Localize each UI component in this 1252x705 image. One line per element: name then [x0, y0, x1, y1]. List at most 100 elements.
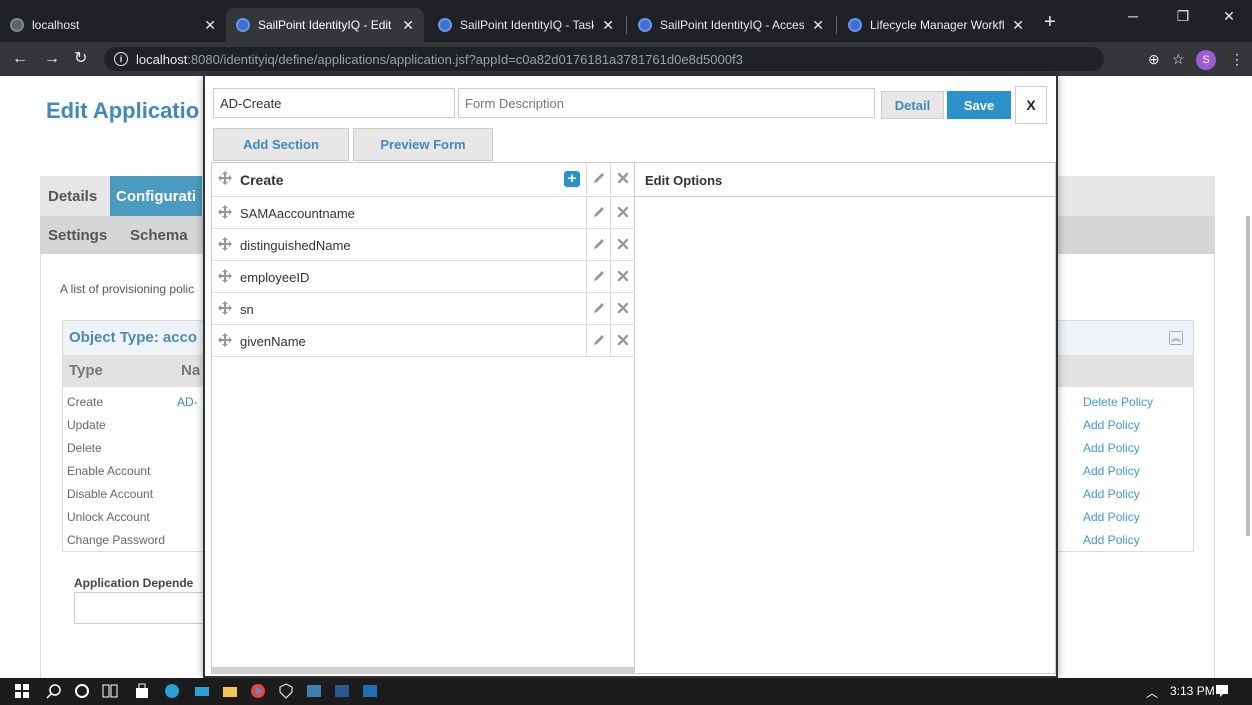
drag-handle-icon[interactable]	[218, 205, 232, 219]
form-name-input[interactable]	[213, 88, 455, 118]
store-icon[interactable]	[134, 683, 150, 699]
vpn-icon[interactable]	[278, 683, 294, 699]
delete-x-icon[interactable]	[616, 237, 630, 251]
policy-action-link[interactable]: Add Policy	[1083, 510, 1140, 524]
field-row[interactable]: SAMAaccountname	[212, 197, 634, 229]
bookmark-star-icon[interactable]: ☆	[1172, 51, 1185, 68]
close-tab-icon[interactable]: ✕	[402, 17, 414, 34]
close-tab-icon[interactable]: ✕	[602, 17, 614, 34]
cortana-icon[interactable]	[74, 683, 90, 699]
reload-icon[interactable]: ↻	[74, 50, 87, 68]
zoom-icon[interactable]: ⊕	[1148, 51, 1160, 68]
collapse-icon[interactable]: ︽	[1169, 331, 1183, 345]
policy-action-link[interactable]: Add Policy	[1083, 418, 1140, 432]
tab-title: SailPoint IdentityIQ - Tasks	[460, 18, 595, 32]
file-explorer-icon[interactable]	[222, 683, 238, 699]
column-type: Type	[69, 362, 103, 379]
browser-tab-access[interactable]: SailPoint IdentityIQ - Acces ✕	[628, 8, 834, 42]
drag-handle-icon[interactable]	[218, 269, 232, 283]
delete-x-icon[interactable]	[616, 333, 630, 347]
delete-x-icon[interactable]	[616, 205, 630, 219]
add-field-icon[interactable]: +	[564, 171, 580, 187]
separator	[586, 293, 587, 325]
address-bar[interactable]: i localhost:8080/identityiq/define/appli…	[104, 47, 1104, 71]
close-tab-icon[interactable]: ✕	[812, 17, 824, 34]
subtab-settings[interactable]: Settings	[48, 227, 107, 244]
drag-handle-icon[interactable]	[218, 171, 232, 185]
preview-form-button[interactable]: Preview Form	[353, 128, 493, 161]
object-type-title: Object Type: acco	[69, 329, 198, 346]
edit-pencil-icon[interactable]	[592, 237, 606, 251]
tab-details[interactable]: Details	[48, 188, 97, 205]
forward-icon[interactable]: →	[44, 50, 60, 68]
site-icon	[10, 18, 24, 32]
policy-name-link[interactable]: AD-	[177, 395, 198, 409]
windows-taskbar: ︿ 3:13 PM	[0, 678, 1252, 705]
site-info-icon[interactable]: i	[114, 52, 128, 66]
word-icon[interactable]	[334, 683, 350, 699]
close-tab-icon[interactable]: ✕	[204, 17, 216, 34]
windows-start-icon[interactable]	[14, 683, 30, 699]
delete-x-icon[interactable]	[616, 171, 630, 185]
delete-x-icon[interactable]	[616, 269, 630, 283]
drag-handle-icon[interactable]	[218, 333, 232, 347]
browser-tab-localhost[interactable]: localhost ✕	[0, 8, 226, 42]
close-tab-icon[interactable]: ✕	[1012, 17, 1024, 34]
tray-chevron-icon[interactable]: ︿	[1146, 684, 1158, 701]
close-dialog-button[interactable]: X	[1015, 86, 1047, 124]
separator	[586, 229, 587, 261]
form-description-input[interactable]	[458, 88, 875, 118]
add-section-button[interactable]: Add Section	[213, 128, 349, 161]
policy-action-link[interactable]: Add Policy	[1083, 441, 1140, 455]
application-dependencies-title: Application Depende	[74, 576, 194, 590]
browser-tab-lifecycle[interactable]: Lifecycle Manager Workflo ✕	[838, 8, 1034, 42]
chrome-icon[interactable]	[250, 683, 266, 699]
separator	[586, 261, 587, 293]
drag-handle-icon[interactable]	[218, 237, 232, 251]
mail-icon[interactable]	[194, 683, 210, 699]
tab-configuration[interactable]: Configurati	[110, 176, 202, 216]
back-icon[interactable]: ←	[12, 50, 28, 68]
edit-options-title: Edit Options	[645, 173, 723, 188]
edit-options-panel: Edit Options	[635, 162, 1056, 674]
edit-pencil-icon[interactable]	[592, 171, 606, 185]
photos-icon[interactable]	[362, 683, 378, 699]
detail-button[interactable]: Detail	[881, 91, 944, 119]
profile-avatar[interactable]: S	[1196, 50, 1216, 70]
delete-x-icon[interactable]	[616, 301, 630, 315]
browser-tab-edit-application[interactable]: SailPoint IdentityIQ - Edit A ✕	[226, 8, 424, 42]
taskbar-clock[interactable]: 3:13 PM	[1170, 684, 1215, 698]
field-row[interactable]: employeeID	[212, 261, 634, 293]
save-button[interactable]: Save	[947, 91, 1011, 119]
field-row[interactable]: distinguishedName	[212, 229, 634, 261]
separator	[610, 293, 611, 325]
field-row[interactable]: givenName	[212, 325, 634, 357]
edit-pencil-icon[interactable]	[592, 269, 606, 283]
policy-action-link[interactable]: Add Policy	[1083, 487, 1140, 501]
drag-handle-icon[interactable]	[218, 301, 232, 315]
page-scrollbar[interactable]	[1246, 216, 1250, 536]
section-row[interactable]: Create +	[212, 163, 634, 197]
edge-icon[interactable]	[164, 683, 180, 699]
window-close-icon[interactable]: ✕	[1206, 8, 1252, 25]
minimize-icon[interactable]: ─	[1110, 8, 1156, 24]
policy-type: Unlock Account	[67, 510, 150, 524]
horizontal-scrollbar[interactable]	[212, 667, 634, 673]
field-row[interactable]: sn	[212, 293, 634, 325]
restore-icon[interactable]: ❐	[1160, 8, 1206, 25]
edit-pencil-icon[interactable]	[592, 301, 606, 315]
browser-menu-icon[interactable]: ⋮	[1230, 51, 1244, 68]
policy-action-link[interactable]: Add Policy	[1083, 533, 1140, 547]
browser-tab-tasks[interactable]: SailPoint IdentityIQ - Tasks ✕	[428, 8, 624, 42]
edit-pencil-icon[interactable]	[592, 333, 606, 347]
notification-icon[interactable]	[1214, 683, 1230, 699]
policy-action-link[interactable]: Add Policy	[1083, 464, 1140, 478]
app-icon[interactable]	[306, 683, 322, 699]
subtab-schema[interactable]: Schema	[130, 227, 188, 244]
new-tab-icon[interactable]: +	[1044, 12, 1056, 32]
tab-title: SailPoint IdentityIQ - Edit A	[258, 18, 395, 32]
task-view-icon[interactable]	[102, 683, 118, 699]
policy-action-link[interactable]: Delete Policy	[1083, 395, 1153, 409]
edit-pencil-icon[interactable]	[592, 205, 606, 219]
search-icon[interactable]	[46, 683, 62, 699]
